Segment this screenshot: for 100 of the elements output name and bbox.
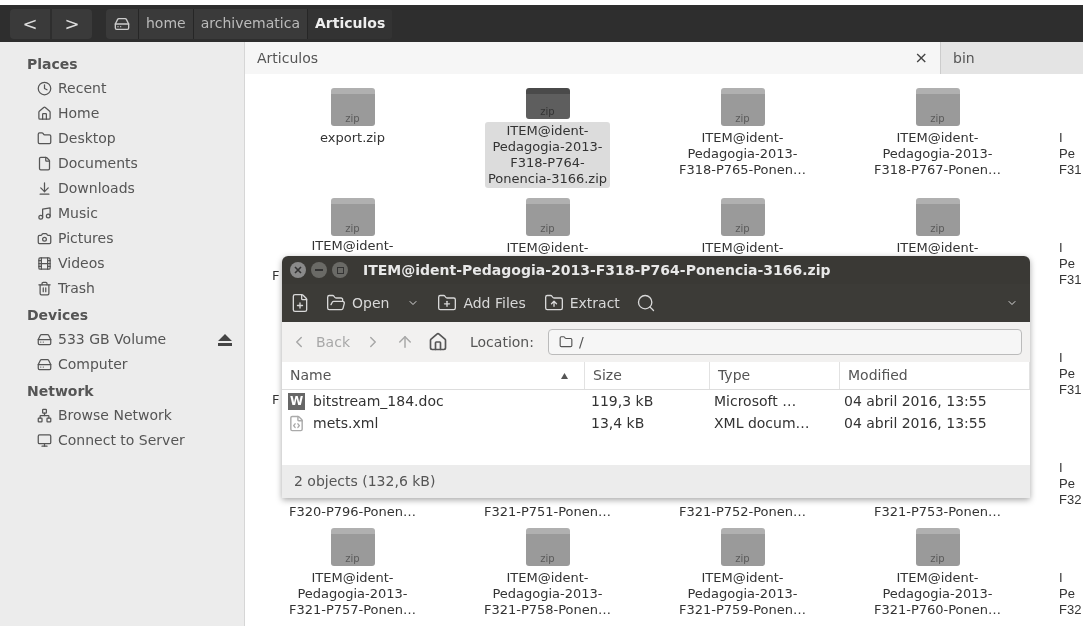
file-type-label: zip — [345, 553, 360, 565]
folder-up-icon — [543, 293, 564, 313]
search-icon[interactable] — [635, 293, 656, 313]
file-type-label: zip — [735, 113, 750, 125]
table-cell-text: 13,4 kB — [590, 413, 646, 433]
path-button[interactable]: archivematica — [192, 8, 307, 39]
close-icon[interactable]: × — [914, 46, 928, 70]
network-icon — [37, 408, 52, 423]
sidebar-heading: Devices — [26, 306, 90, 325]
file-name[interactable]: I Pe F31 — [1056, 240, 1083, 288]
sort-arrow-icon — [561, 372, 568, 379]
file-type-label: zip — [735, 223, 750, 235]
file-name[interactable]: I Pe F32 — [1056, 460, 1083, 508]
file-name[interactable]: ITEM@ident- — [308, 238, 397, 254]
window-title: ITEM@ident-Pedagogia-2013-F318-P764-Ponencia-3166.zip — [363, 260, 831, 280]
maximize-icon[interactable] — [332, 262, 348, 278]
path-button[interactable]: Articulos — [306, 8, 393, 39]
file-name[interactable]: I Pe F31 — [1056, 350, 1083, 398]
back-button[interactable]: < — [10, 8, 50, 39]
file-type-label: zip — [930, 223, 945, 235]
trash-icon — [37, 281, 52, 296]
location-field[interactable]: / — [547, 329, 1022, 355]
home-icon[interactable] — [428, 332, 448, 352]
file-name[interactable]: ITEM@ident- Pedagogia-2013- F321-P759-Ponen… — [675, 570, 810, 618]
column-header[interactable]: Size — [585, 362, 710, 389]
sidebar-item[interactable]: Pictures — [58, 228, 114, 249]
file-name[interactable]: ITEM@ident- Pedagogia-2013- F321-P757-Ponen… — [285, 570, 420, 618]
file-type-label: zip — [735, 553, 750, 565]
file-name[interactable]: ITEM@ident- Pedagogia-2013- F321-P760-Ponen… — [870, 570, 1005, 618]
folder-plus-icon — [437, 293, 458, 313]
column-header[interactable]: Name — [282, 362, 585, 389]
file-name[interactable]: ITEM@ident- Pedagogia-2013- F318-P764- Ponencia-3166.zip — [484, 122, 611, 188]
file-type-label: zip — [540, 223, 555, 235]
close-icon[interactable] — [290, 262, 306, 278]
monitor-icon — [37, 433, 52, 448]
drive-icon[interactable] — [114, 15, 130, 32]
file-name[interactable]: F — [269, 392, 283, 408]
sidebar-item[interactable]: Connect to Server — [58, 430, 185, 451]
file-type-label: zip — [930, 113, 945, 125]
table-cell-text: 04 abril 2016, 13:55 — [843, 413, 988, 433]
file-name[interactable]: export.zip — [317, 130, 388, 146]
sidebar-item[interactable]: Videos — [58, 253, 105, 274]
table-cell-text: 04 abril 2016, 13:55 — [843, 391, 988, 411]
location-label: Location: — [470, 332, 534, 352]
file-name[interactable]: F321-P751-Ponen… — [480, 504, 615, 520]
column-header[interactable]: Modified — [840, 362, 1030, 389]
folder-icon — [558, 335, 573, 349]
table-cell-text: XML docum… — [713, 413, 811, 433]
file-name[interactable]: F321-P753-Ponen… — [870, 504, 1005, 520]
forward-button[interactable]: > — [52, 8, 92, 39]
sidebar-heading: Places — [26, 55, 79, 74]
sidebar-item[interactable]: Downloads — [58, 178, 135, 199]
camera-icon — [37, 231, 52, 246]
tab[interactable]: Articulos × — [245, 42, 940, 74]
clock-icon — [37, 81, 52, 96]
new-file-icon[interactable] — [290, 293, 310, 313]
sidebar-item[interactable]: Trash — [58, 278, 95, 299]
sidebar-item[interactable]: 533 GB Volume — [58, 329, 167, 350]
table-cell-text: mets.xml — [313, 413, 379, 433]
file-type-label: zip — [540, 553, 555, 565]
table-cell-text: Microsoft … — [713, 391, 798, 411]
file-type-label: zip — [345, 113, 360, 125]
eject-icon[interactable] — [218, 333, 232, 346]
toolbar-button[interactable]: Open — [324, 288, 422, 318]
sidebar-item[interactable]: Documents — [58, 153, 138, 174]
sidebar-item[interactable]: Computer — [58, 354, 128, 375]
sidebar-item[interactable]: Music — [58, 203, 98, 224]
sidebar-item[interactable]: Desktop — [58, 128, 116, 149]
file-name[interactable]: ITEM@ident- Pedagogia-2013- F321-P758-Ponen… — [480, 570, 615, 618]
table-cell-text: bitstream_184.doc — [313, 391, 444, 411]
file-type-label: zip — [345, 223, 360, 235]
path-button[interactable]: home — [138, 8, 193, 39]
file-name[interactable]: ITEM@ident- — [503, 240, 592, 256]
toolbar-button[interactable]: Extract — [541, 288, 622, 318]
home-icon — [37, 106, 52, 121]
code-file-icon — [288, 414, 305, 432]
folder-icon — [326, 293, 346, 313]
sidebar-heading: Network — [26, 382, 95, 401]
download-icon — [37, 181, 52, 196]
sidebar-item[interactable]: Home — [58, 103, 100, 124]
column-header[interactable]: Type — [710, 362, 840, 389]
sidebar-item[interactable]: Browse Network — [58, 405, 172, 426]
sidebar-item[interactable]: Recent — [58, 78, 107, 99]
file-name[interactable]: I Pe F31 — [1056, 130, 1083, 178]
file-name[interactable]: ITEM@ident- — [893, 240, 982, 256]
file-name[interactable]: F321-P752-Ponen… — [675, 504, 810, 520]
file-name[interactable]: F320-P796-Ponen… — [285, 504, 420, 520]
table-cell-text: 119,3 kB — [590, 391, 655, 411]
file-name[interactable]: ITEM@ident- Pedagogia-2013- F318-P767-Ponen… — [870, 130, 1005, 178]
folder-icon — [37, 131, 52, 146]
tab[interactable]: bin — [940, 42, 1083, 74]
file-name[interactable]: ITEM@ident- — [698, 240, 787, 256]
minimize-icon[interactable] — [311, 262, 327, 278]
file-type-label: zip — [930, 553, 945, 565]
document-icon: W — [288, 392, 305, 410]
toolbar-button[interactable]: Add Files — [435, 288, 528, 318]
file-name[interactable]: ITEM@ident- Pedagogia-2013- F318-P765-Ponen… — [675, 130, 810, 178]
film-icon — [37, 256, 52, 271]
file-name[interactable]: I Pe F32 — [1056, 570, 1083, 618]
file-name[interactable]: F — [269, 268, 283, 284]
